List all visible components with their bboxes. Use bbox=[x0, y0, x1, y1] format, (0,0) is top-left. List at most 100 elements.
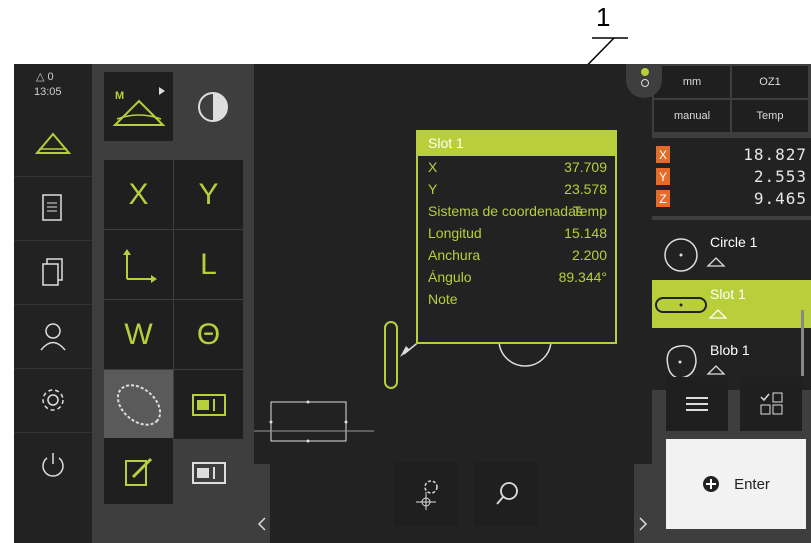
axis-value-z: 9.465 bbox=[753, 189, 807, 208]
measure-icon bbox=[35, 132, 71, 154]
toggle-icon bbox=[641, 68, 649, 87]
slot-shape bbox=[384, 321, 398, 389]
list-menu-button[interactable] bbox=[666, 377, 728, 431]
sidebar-item-settings[interactable] bbox=[14, 368, 92, 431]
axes-icon bbox=[122, 248, 157, 283]
gear-icon bbox=[42, 389, 64, 411]
chevron-left-icon bbox=[257, 517, 266, 531]
position-display: X 18.827 Y 2.553 Z 9.465 bbox=[652, 138, 811, 216]
enter-button[interactable]: Enter bbox=[666, 439, 806, 529]
tool-y-label: Y bbox=[198, 177, 219, 211]
tool-w-button[interactable]: W bbox=[104, 300, 173, 369]
coord-row-y: Y 2.553 bbox=[652, 166, 811, 188]
search-icon bbox=[496, 482, 518, 505]
info-key: Anchura bbox=[428, 247, 481, 263]
svg-text:M: M bbox=[115, 90, 124, 102]
callout-number: 1 bbox=[596, 2, 611, 32]
axis-label-y: Y bbox=[656, 168, 670, 185]
sidebar-item-user[interactable] bbox=[14, 304, 92, 367]
info-row: Y 23.578 bbox=[418, 178, 615, 200]
sidebar-item-power[interactable] bbox=[14, 432, 92, 495]
files-icon bbox=[42, 258, 63, 286]
sidebar-item-files[interactable] bbox=[14, 240, 92, 303]
measure-window-button[interactable] bbox=[174, 370, 243, 439]
inspector-panel: mm OZ1 manual Temp X 18.827 Y 2.553 Z 9.465… bbox=[652, 64, 811, 543]
feature-name: Blob 1 bbox=[710, 342, 750, 358]
measure-mode-icon: M bbox=[112, 86, 165, 126]
plus-circle-icon bbox=[703, 476, 720, 492]
tool-axes-button[interactable] bbox=[104, 230, 173, 299]
reference-button[interactable]: OZ1 bbox=[732, 66, 808, 98]
power-icon bbox=[42, 453, 64, 477]
hamburger-icon bbox=[686, 397, 708, 411]
contrast-button[interactable] bbox=[178, 72, 247, 141]
tool-x-button[interactable]: X bbox=[104, 160, 173, 229]
window-icon bbox=[191, 393, 226, 416]
sidebar-item-protocol[interactable] bbox=[14, 176, 92, 239]
info-row: Anchura 2.200 bbox=[418, 244, 615, 266]
select-all-button[interactable] bbox=[740, 377, 802, 431]
contrast-icon bbox=[197, 91, 228, 122]
sidebar-item-measure[interactable] bbox=[14, 112, 92, 174]
panel-collapse-right[interactable] bbox=[634, 464, 652, 543]
info-row: Ángulo 89.344° bbox=[418, 266, 615, 288]
info-key: Sistema de coordenadas bbox=[428, 203, 583, 219]
warning-icon: △ bbox=[36, 71, 45, 83]
grid-check-icon bbox=[760, 392, 783, 415]
measure-mode-button[interactable]: M bbox=[104, 72, 173, 141]
axis-value-y: 2.553 bbox=[753, 167, 807, 186]
info-row: X 37.709 bbox=[418, 156, 615, 178]
chevron-right-icon bbox=[639, 517, 648, 531]
info-key: X bbox=[428, 159, 438, 175]
user-icon bbox=[40, 323, 66, 351]
axis-value-x: 18.827 bbox=[743, 145, 807, 164]
main-menu: △ 0 13:05 bbox=[14, 64, 92, 543]
status-area: △ 0 13:05 bbox=[14, 64, 92, 108]
info-value: 89.344° bbox=[558, 269, 607, 285]
info-row[interactable]: Note bbox=[418, 288, 615, 310]
info-key: Note bbox=[428, 291, 458, 307]
info-value: 2.200 bbox=[571, 247, 607, 263]
clock: 13:05 bbox=[34, 86, 62, 98]
feature-list-scrollbar[interactable] bbox=[801, 310, 804, 376]
crosshair-gear-icon bbox=[416, 480, 438, 510]
info-value: 15.148 bbox=[564, 225, 607, 241]
tool-l-button[interactable]: L bbox=[174, 230, 243, 299]
info-key: Longitud bbox=[428, 225, 482, 241]
settings-crosshair-button[interactable] bbox=[394, 462, 458, 526]
ellipse-tool-button[interactable] bbox=[104, 370, 173, 439]
tool-theta-label: Θ bbox=[196, 317, 221, 351]
axis-label-z: Z bbox=[656, 190, 670, 207]
mode-button[interactable]: manual bbox=[654, 100, 730, 132]
panel-collapse-left[interactable] bbox=[254, 464, 270, 543]
feature-item-slot[interactable]: Slot 1 bbox=[652, 280, 811, 328]
axis-label-x: X bbox=[656, 146, 670, 163]
feature-name: Circle 1 bbox=[710, 234, 758, 250]
info-value: 37.709 bbox=[564, 159, 607, 175]
tool-palette: M X Y L W Θ bbox=[92, 64, 254, 543]
info-value: Temp bbox=[572, 203, 607, 219]
feature-item-circle[interactable]: Circle 1 bbox=[652, 228, 811, 276]
coord-row-x: X 18.827 bbox=[652, 144, 811, 166]
temp-button[interactable]: Temp bbox=[732, 100, 808, 132]
window-mode-icon bbox=[191, 461, 226, 484]
zoom-button[interactable] bbox=[474, 462, 538, 526]
warning-count: 0 bbox=[47, 71, 54, 83]
feature-info-panel: Slot 1 X 37.709 Y 23.578 Sistema de coorde… bbox=[416, 130, 617, 344]
feature-list: Circle 1 Slot 1 Blob 1 bbox=[652, 220, 811, 390]
info-value: 23.578 bbox=[564, 181, 607, 197]
info-row: Sistema de coordenadas Temp bbox=[418, 200, 615, 222]
ellipse-icon bbox=[116, 383, 161, 426]
unit-button[interactable]: mm bbox=[654, 66, 730, 98]
info-row: Longitud 15.148 bbox=[418, 222, 615, 244]
enter-label: Enter bbox=[734, 475, 770, 493]
app-window: △ 0 13:05 M X Y L W Θ mm OZ1 manual Temp… bbox=[14, 64, 811, 543]
tool-l-label: L bbox=[200, 247, 217, 281]
tool-theta-button[interactable]: Θ bbox=[174, 300, 243, 369]
info-key: Ángulo bbox=[428, 269, 472, 285]
tool-y-button[interactable]: Y bbox=[174, 160, 243, 229]
window-mode-button[interactable] bbox=[174, 438, 243, 507]
coord-row-z: Z 9.465 bbox=[652, 188, 811, 210]
warning-indicator[interactable]: △ 0 bbox=[36, 70, 54, 83]
edit-button[interactable] bbox=[104, 438, 173, 504]
